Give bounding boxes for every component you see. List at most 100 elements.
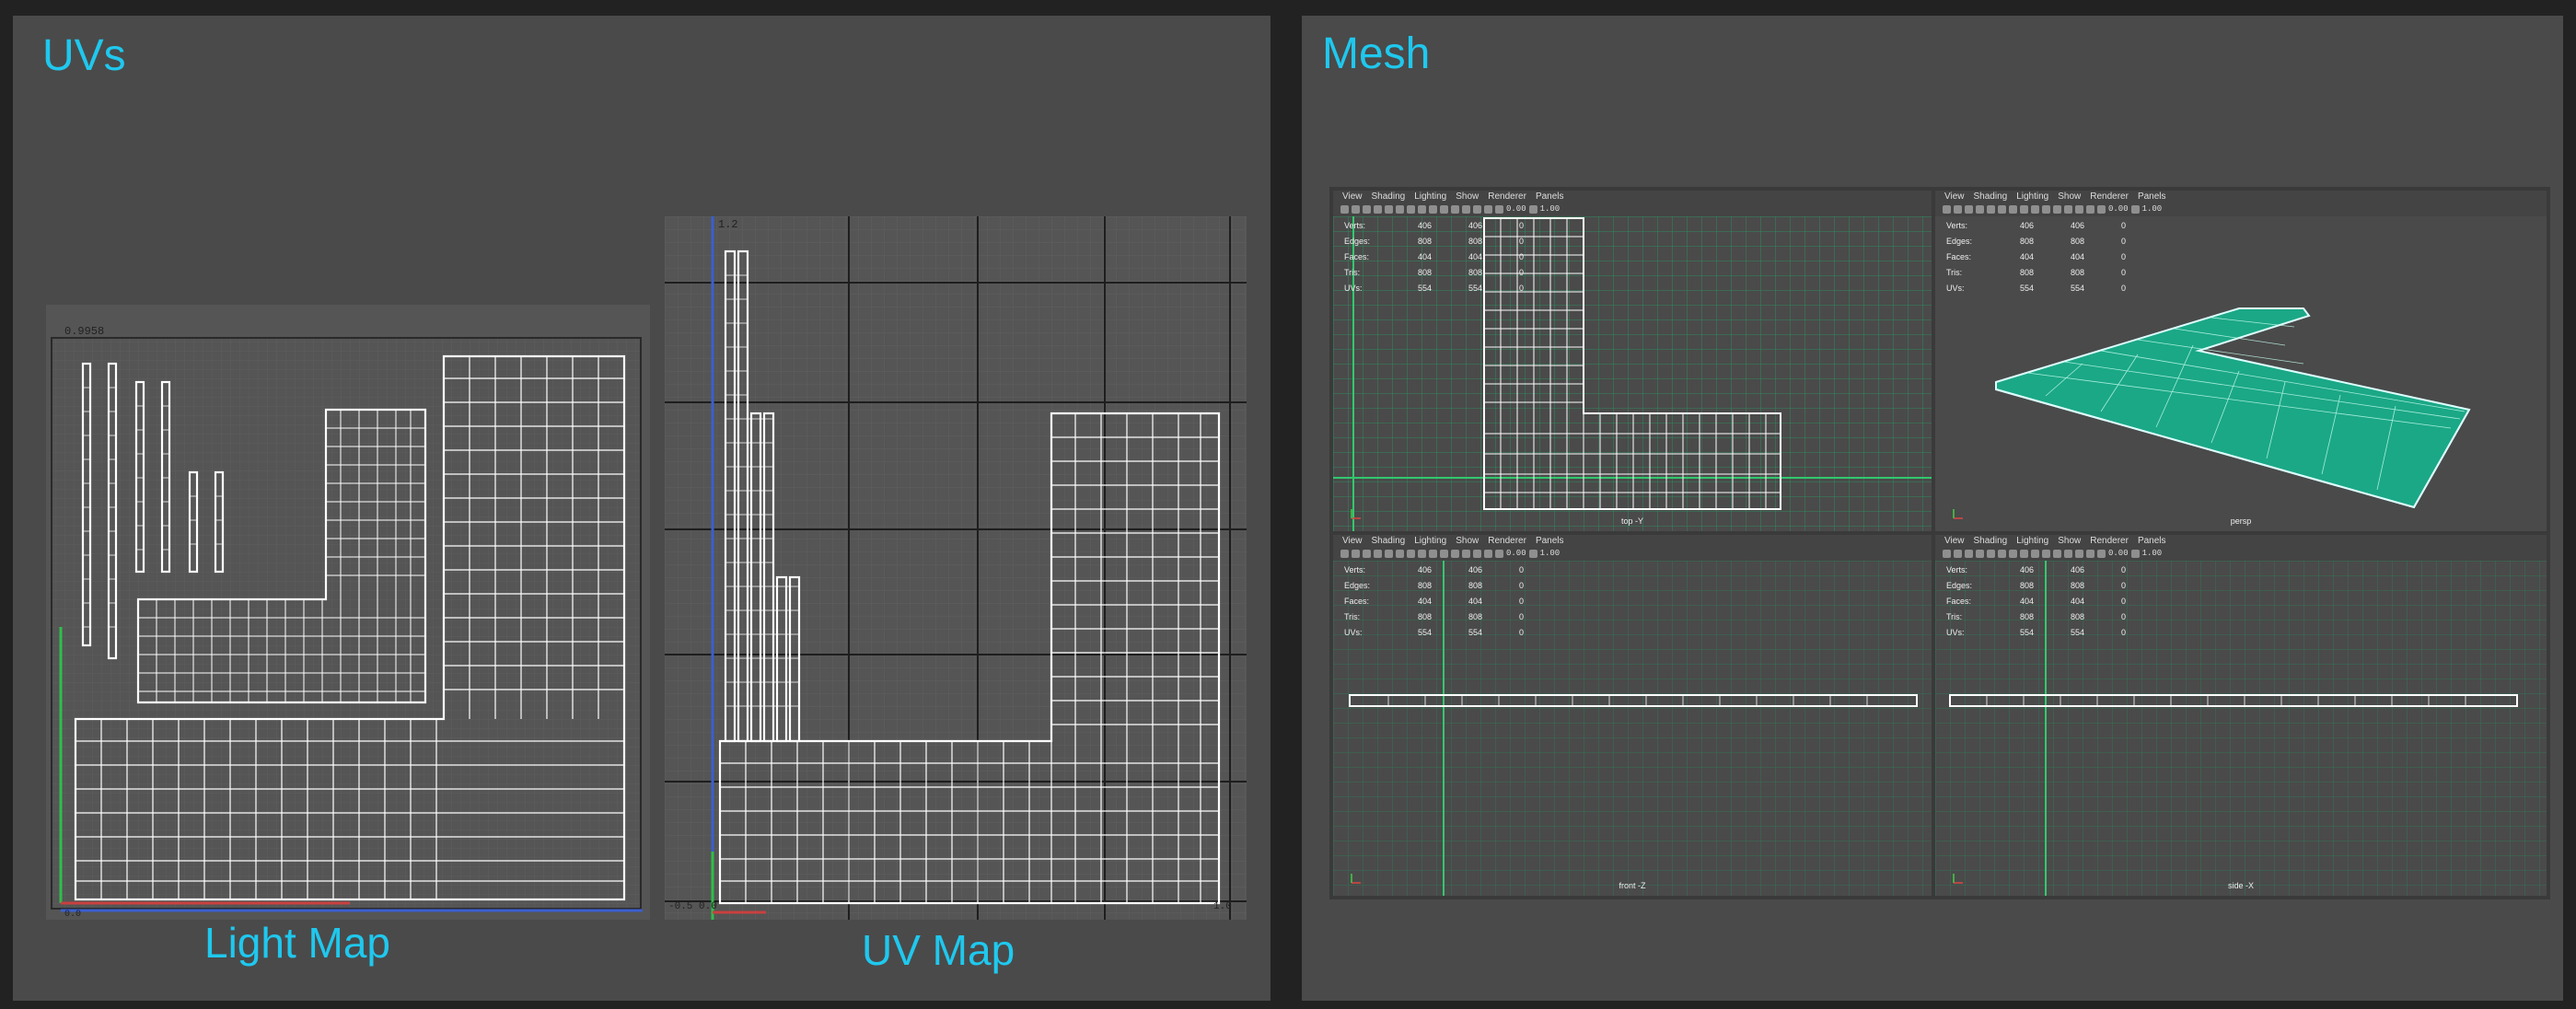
menu-view[interactable]: View (1944, 191, 1965, 202)
menu-panels[interactable]: Panels (1536, 536, 1564, 546)
image-plane-icon[interactable] (1965, 204, 1973, 214)
image-plane-icon[interactable] (1363, 549, 1371, 558)
gamma-value[interactable]: 1.00 (1540, 549, 1561, 558)
camera-icon[interactable] (1340, 204, 1349, 214)
xray-icon[interactable] (1484, 549, 1492, 558)
textured-icon[interactable] (2042, 549, 2050, 558)
gamma-value[interactable]: 1.00 (2142, 549, 2163, 558)
isolate-icon[interactable] (1473, 204, 1481, 214)
film-gate-icon[interactable] (1385, 549, 1393, 558)
wireframe-icon[interactable] (2020, 204, 2028, 214)
menu-view[interactable]: View (1944, 536, 1965, 546)
exposure-icon[interactable] (2097, 549, 2106, 558)
light-map-editor[interactable]: 0.9958 0.0 (46, 305, 650, 920)
exposure-value[interactable]: 0.00 (2108, 549, 2129, 558)
safe-action-icon[interactable] (2009, 204, 2017, 214)
gamma-value[interactable]: 1.00 (2142, 204, 2163, 214)
safe-action-icon[interactable] (2009, 549, 2017, 558)
textured-icon[interactable] (1440, 204, 1448, 214)
viewport-top[interactable]: View Shading Lighting Show Renderer Pane… (1333, 191, 1932, 531)
gamma-icon[interactable] (2130, 549, 2140, 558)
xray-icon[interactable] (2086, 549, 2094, 558)
menu-lighting[interactable]: Lighting (1414, 191, 1446, 202)
uv-map-editor[interactable]: 1.2 -0.5 0.0 1.0 (665, 216, 1247, 920)
isolate-icon[interactable] (2075, 549, 2083, 558)
menu-renderer[interactable]: Renderer (1488, 536, 1526, 546)
menu-shading[interactable]: Shading (1974, 191, 2008, 202)
film-gate-icon[interactable] (1987, 204, 1995, 214)
menu-shading[interactable]: Shading (1974, 536, 2008, 546)
exposure-icon[interactable] (2097, 204, 2106, 214)
isolate-icon[interactable] (1473, 549, 1481, 558)
viewport-side[interactable]: View Shading Lighting Show Renderer Pane… (1935, 535, 2547, 896)
menu-renderer[interactable]: Renderer (1488, 191, 1526, 202)
menu-lighting[interactable]: Lighting (2016, 536, 2048, 546)
lights-icon[interactable] (1451, 204, 1459, 214)
viewport-persp[interactable]: View Shading Lighting Show Renderer Pane… (1935, 191, 2547, 531)
xray-icon[interactable] (1484, 204, 1492, 214)
shadows-icon[interactable] (1462, 204, 1470, 214)
shadows-icon[interactable] (1462, 549, 1470, 558)
smooth-shade-icon[interactable] (2031, 549, 2039, 558)
menu-view[interactable]: View (1342, 536, 1363, 546)
wireframe-icon[interactable] (1418, 549, 1426, 558)
menu-shading[interactable]: Shading (1372, 536, 1406, 546)
gamma-icon[interactable] (1528, 549, 1537, 558)
smooth-shade-icon[interactable] (1429, 549, 1437, 558)
exposure-icon[interactable] (1495, 204, 1503, 214)
isolate-icon[interactable] (2075, 204, 2083, 214)
bookmark-icon[interactable] (1954, 549, 1962, 558)
bookmark-icon[interactable] (1954, 204, 1962, 214)
safe-action-icon[interactable] (1407, 204, 1415, 214)
exposure-icon[interactable] (1495, 549, 1503, 558)
resolution-gate-icon[interactable] (1396, 204, 1404, 214)
resolution-gate-icon[interactable] (1998, 204, 2006, 214)
shadows-icon[interactable] (2064, 204, 2072, 214)
grid-icon[interactable] (1976, 204, 1984, 214)
shadows-icon[interactable] (2064, 549, 2072, 558)
safe-action-icon[interactable] (1407, 549, 1415, 558)
bookmark-icon[interactable] (1352, 549, 1360, 558)
wireframe-icon[interactable] (2020, 549, 2028, 558)
film-gate-icon[interactable] (1385, 204, 1393, 214)
lights-icon[interactable] (1451, 549, 1459, 558)
bookmark-icon[interactable] (1352, 204, 1360, 214)
gamma-icon[interactable] (2130, 204, 2140, 214)
menu-show[interactable]: Show (2058, 536, 2081, 546)
menu-shading[interactable]: Shading (1372, 191, 1406, 202)
wireframe-icon[interactable] (1418, 204, 1426, 214)
menu-renderer[interactable]: Renderer (2090, 536, 2129, 546)
grid-icon[interactable] (1976, 549, 1984, 558)
menu-renderer[interactable]: Renderer (2090, 191, 2129, 202)
menu-lighting[interactable]: Lighting (1414, 536, 1446, 546)
camera-icon[interactable] (1943, 549, 1951, 558)
camera-icon[interactable] (1943, 204, 1951, 214)
smooth-shade-icon[interactable] (2031, 204, 2039, 214)
textured-icon[interactable] (1440, 549, 1448, 558)
gamma-icon[interactable] (1528, 204, 1537, 214)
exposure-value[interactable]: 0.00 (1506, 204, 1526, 214)
image-plane-icon[interactable] (1965, 549, 1973, 558)
exposure-value[interactable]: 0.00 (2108, 204, 2129, 214)
menu-panels[interactable]: Panels (1536, 191, 1564, 202)
viewport-front[interactable]: View Shading Lighting Show Renderer Pane… (1333, 535, 1932, 896)
lights-icon[interactable] (2053, 549, 2061, 558)
menu-lighting[interactable]: Lighting (2016, 191, 2048, 202)
camera-icon[interactable] (1340, 549, 1349, 558)
menu-show[interactable]: Show (1456, 536, 1479, 546)
lights-icon[interactable] (2053, 204, 2061, 214)
menu-show[interactable]: Show (2058, 191, 2081, 202)
grid-icon[interactable] (1374, 204, 1382, 214)
xray-icon[interactable] (2086, 204, 2094, 214)
menu-panels[interactable]: Panels (2138, 536, 2166, 546)
gamma-value[interactable]: 1.00 (1540, 204, 1561, 214)
menu-panels[interactable]: Panels (2138, 191, 2166, 202)
menu-show[interactable]: Show (1456, 191, 1479, 202)
textured-icon[interactable] (2042, 204, 2050, 214)
smooth-shade-icon[interactable] (1429, 204, 1437, 214)
grid-icon[interactable] (1374, 549, 1382, 558)
resolution-gate-icon[interactable] (1396, 549, 1404, 558)
menu-view[interactable]: View (1342, 191, 1363, 202)
resolution-gate-icon[interactable] (1998, 549, 2006, 558)
film-gate-icon[interactable] (1987, 549, 1995, 558)
